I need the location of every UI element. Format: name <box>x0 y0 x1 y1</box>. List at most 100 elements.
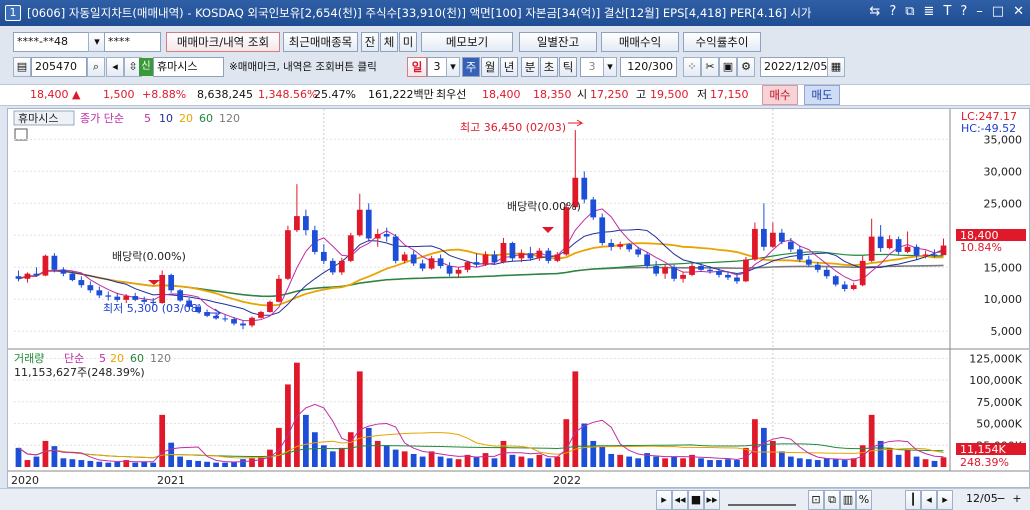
candle-body <box>832 276 839 285</box>
maximize-icon[interactable]: □ <box>992 4 1004 19</box>
stop-icon[interactable]: ■ <box>688 490 704 510</box>
stock-name-field[interactable]: 휴마시스 <box>153 57 224 77</box>
help-icon[interactable]: ? <box>889 4 896 19</box>
buy-button[interactable]: 매수 <box>762 85 798 105</box>
candle-body <box>787 241 794 250</box>
volume-bar <box>868 414 875 467</box>
forward-icon[interactable]: ▸▸ <box>704 490 720 510</box>
period-month-button[interactable]: 월 <box>481 57 499 77</box>
tab-executed[interactable]: 체 <box>380 32 398 52</box>
xaxis-label-2022: 2022 <box>553 474 581 487</box>
close-icon[interactable]: ✕ <box>1013 4 1024 19</box>
data-count-field[interactable]: 120/300 <box>620 57 677 77</box>
scroll-left-icon[interactable]: ◂ <box>921 490 937 510</box>
period-week-button[interactable]: 주 <box>462 57 480 77</box>
candle-body <box>168 274 175 291</box>
tick-dropdown-icon[interactable]: ▾ <box>603 57 617 77</box>
candle-body <box>877 236 884 249</box>
price-legend-p60: 60 <box>199 112 213 125</box>
question-icon[interactable]: ? <box>960 4 967 19</box>
return-trend-button[interactable]: 수익률추이 <box>683 32 761 52</box>
chart-type-icon[interactable]: ▥ <box>840 490 856 510</box>
sell-button[interactable]: 매도 <box>804 85 840 105</box>
candle-body <box>329 260 336 273</box>
account-field[interactable]: ****-**48 <box>13 32 89 52</box>
candle-body <box>311 230 318 252</box>
tools-icon[interactable]: ✂ <box>701 57 719 77</box>
grid-icon[interactable]: ⁘ <box>683 57 701 77</box>
volume-bar <box>572 371 579 467</box>
volume-bar <box>886 447 893 467</box>
volume-bar <box>177 456 184 467</box>
volume-bar <box>437 456 444 467</box>
password-field[interactable]: **** <box>104 32 161 52</box>
price-legend: 휴마시스 종가 단순 5 10 20 60 120 <box>13 110 240 141</box>
volume-bar <box>814 460 821 467</box>
period-year-button[interactable]: 년 <box>500 57 518 77</box>
scroll-right-icon[interactable]: ▸ <box>656 490 672 510</box>
volume-bar <box>545 458 552 467</box>
link-icon[interactable]: ⇆ <box>869 4 880 19</box>
stock-code-field[interactable]: 205470 <box>31 57 87 77</box>
candle-body <box>850 285 857 290</box>
setting-icon[interactable]: ⚙ <box>737 57 755 77</box>
candle-body <box>473 262 480 265</box>
volume-ytick: 100,000K <box>969 374 1022 387</box>
period-dropdown-icon[interactable]: ▾ <box>446 57 460 77</box>
candle-icon[interactable]: ┃ <box>905 490 921 510</box>
scroll-right2-icon[interactable]: ▸ <box>937 490 953 510</box>
chart-svg[interactable]: 휴마시스 종가 단순 5 10 20 60 120 LC:247.17 HC:-… <box>8 109 1029 487</box>
candle-body <box>320 251 327 261</box>
volume-bar <box>428 451 435 467</box>
volume-bar <box>931 460 938 467</box>
tick-value[interactable]: 3 <box>580 57 604 77</box>
tab-balance[interactable]: 잔 <box>361 32 379 52</box>
candle-body <box>267 301 273 313</box>
volume-bar <box>707 460 713 467</box>
period-tick-button[interactable]: 틱 <box>559 57 577 77</box>
compare-icon[interactable]: ⧉ <box>824 490 840 510</box>
minimize-icon[interactable]: – <box>976 4 983 19</box>
date-field[interactable]: 2022/12/05 <box>760 57 829 77</box>
open-price: 17,250 <box>590 88 629 101</box>
volume-bar <box>419 456 426 467</box>
layout-icon[interactable]: ▤ <box>13 57 31 77</box>
volume-bar <box>913 456 920 467</box>
zoom-out-icon[interactable]: − <box>994 490 1008 510</box>
period-minute-button[interactable]: 분 <box>521 57 539 77</box>
candle-body <box>338 260 345 273</box>
zoom-fit-icon[interactable]: ⊡ <box>808 490 824 510</box>
chart-area[interactable]: 휴마시스 종가 단순 5 10 20 60 120 LC:247.17 HC:-… <box>7 108 1030 488</box>
percent-icon[interactable]: % <box>856 490 872 510</box>
rewind-icon[interactable]: ◂◂ <box>672 490 688 510</box>
price-ytick: 25,000 <box>984 197 1023 210</box>
restore-icon[interactable]: ⧉ <box>905 4 914 19</box>
trade-mark-query-button[interactable]: 매매마크/내역 조회 <box>166 32 280 52</box>
volume-bar <box>240 459 246 467</box>
volume-bar <box>33 456 40 467</box>
trade-profit-button[interactable]: 매매수익 <box>601 32 679 52</box>
search-icon[interactable]: ⌕ <box>87 57 105 77</box>
font-icon[interactable]: T <box>943 4 951 19</box>
memo-button[interactable]: 메모보기 <box>421 32 513 52</box>
zoom-in-icon[interactable]: + <box>1010 490 1024 510</box>
zoom-slider[interactable] <box>728 493 796 506</box>
menu-icon[interactable]: ≣ <box>924 4 935 19</box>
save-icon[interactable]: ▣ <box>719 57 737 77</box>
calendar-icon[interactable]: ▦ <box>827 57 845 77</box>
period-second-button[interactable]: 초 <box>540 57 558 77</box>
candle-body <box>500 242 507 263</box>
recent-items-button[interactable]: 최근매매종목 <box>283 32 358 52</box>
price-legend-p5: 5 <box>144 112 151 125</box>
volume-bar <box>698 458 704 467</box>
volume-ma5-line <box>18 403 944 463</box>
period-value[interactable]: 3 <box>427 57 447 77</box>
candle-body <box>455 269 462 274</box>
volume-bar <box>770 440 776 467</box>
volume-bar <box>716 460 722 467</box>
period-day-button[interactable]: 일 <box>407 57 427 77</box>
candle-body <box>482 254 489 265</box>
speaker-icon[interactable]: ◂ <box>106 57 124 77</box>
daily-balance-button[interactable]: 일별잔고 <box>519 32 597 52</box>
tab-unexecuted[interactable]: 미 <box>399 32 417 52</box>
